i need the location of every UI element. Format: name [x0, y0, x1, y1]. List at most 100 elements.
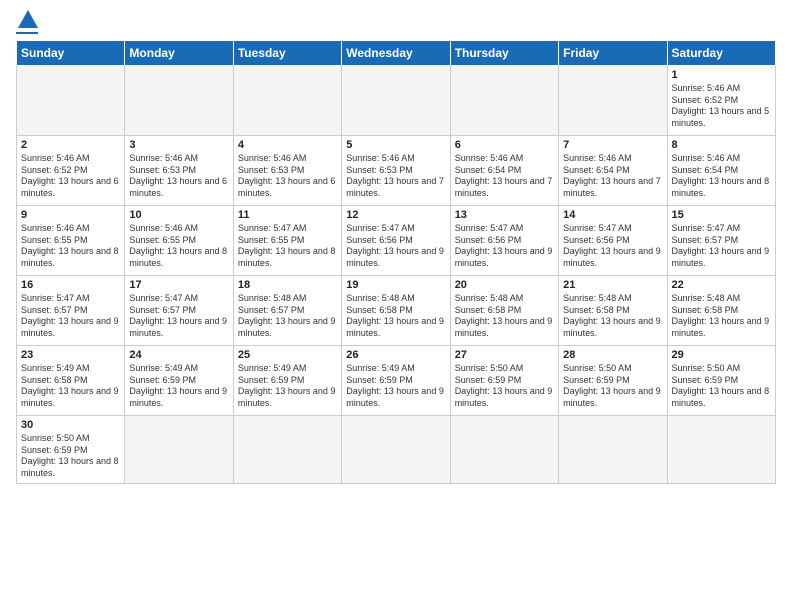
- logo-underline: [16, 32, 38, 34]
- calendar-cell: 14Sunrise: 5:47 AM Sunset: 6:56 PM Dayli…: [559, 206, 667, 276]
- calendar-cell: 29 Sunrise: 5:50 AM Sunset: 6:59 PM Dayli…: [667, 346, 775, 416]
- day-info: Sunrise: 5:48 AM Sunset: 6:58 PM Dayligh…: [672, 293, 771, 340]
- calendar-cell: 30Sunrise: 5:50 AM Sunset: 6:59 PM Dayli…: [17, 416, 125, 484]
- day-number: 11: [238, 209, 337, 221]
- calendar-cell: 5 Sunrise: 5:46 AM Sunset: 6:53 PM Daylig…: [342, 136, 450, 206]
- calendar-cell: 6Sunrise: 5:46 AM Sunset: 6:54 PM Daylig…: [450, 136, 558, 206]
- day-number: 26: [346, 349, 445, 361]
- day-number: 13: [455, 209, 554, 221]
- page: SundayMondayTuesdayWednesdayThursdayFrid…: [0, 0, 792, 494]
- day-info: Sunrise: 5:46 AM Sunset: 6:54 PM Dayligh…: [672, 153, 771, 200]
- day-number: 24: [129, 349, 228, 361]
- day-number: 29: [672, 349, 771, 361]
- day-number: 22: [672, 279, 771, 291]
- calendar-cell: 10Sunrise: 5:46 AM Sunset: 6:55 PM Dayli…: [125, 206, 233, 276]
- calendar-cell: 13Sunrise: 5:47 AM Sunset: 6:56 PM Dayli…: [450, 206, 558, 276]
- calendar-week-row: 1 Sunrise: 5:46 AM Sunset: 6:52 PM Daylig…: [17, 66, 776, 136]
- calendar-cell: 19Sunrise: 5:48 AM Sunset: 6:58 PM Dayli…: [342, 276, 450, 346]
- calendar-cell: 16Sunrise: 5:47 AM Sunset: 6:57 PM Dayli…: [17, 276, 125, 346]
- calendar-day-header: Sunday: [17, 41, 125, 66]
- day-number: 12: [346, 209, 445, 221]
- day-info: Sunrise: 5:49 AM Sunset: 6:59 PM Dayligh…: [346, 363, 445, 410]
- calendar-week-row: 2Sunrise: 5:46 AM Sunset: 6:52 PM Daylig…: [17, 136, 776, 206]
- day-info: Sunrise: 5:50 AM Sunset: 6:59 PM Dayligh…: [672, 363, 771, 410]
- calendar-cell: 27Sunrise: 5:50 AM Sunset: 6:59 PM Dayli…: [450, 346, 558, 416]
- day-info: Sunrise: 5:48 AM Sunset: 6:57 PM Dayligh…: [238, 293, 337, 340]
- day-info: Sunrise: 5:48 AM Sunset: 6:58 PM Dayligh…: [563, 293, 662, 340]
- day-number: 19: [346, 279, 445, 291]
- calendar-week-row: 23Sunrise: 5:49 AM Sunset: 6:58 PM Dayli…: [17, 346, 776, 416]
- day-number: 18: [238, 279, 337, 291]
- day-number: 8: [672, 139, 771, 151]
- calendar-cell: 1 Sunrise: 5:46 AM Sunset: 6:52 PM Daylig…: [667, 66, 775, 136]
- calendar-table: SundayMondayTuesdayWednesdayThursdayFrid…: [16, 40, 776, 484]
- logo-triangle-icon: [18, 10, 38, 28]
- calendar-cell: 7 Sunrise: 5:46 AM Sunset: 6:54 PM Daylig…: [559, 136, 667, 206]
- calendar-week-row: 30Sunrise: 5:50 AM Sunset: 6:59 PM Dayli…: [17, 416, 776, 484]
- day-number: 25: [238, 349, 337, 361]
- day-number: 21: [563, 279, 662, 291]
- calendar-cell: 17 Sunrise: 5:47 AM Sunset: 6:57 PM Dayli…: [125, 276, 233, 346]
- day-number: 1: [672, 69, 771, 81]
- calendar-cell: [342, 416, 450, 484]
- day-info: Sunrise: 5:47 AM Sunset: 6:57 PM Dayligh…: [129, 293, 228, 340]
- day-number: 23: [21, 349, 120, 361]
- calendar-day-header: Wednesday: [342, 41, 450, 66]
- day-number: 28: [563, 349, 662, 361]
- calendar-week-row: 16Sunrise: 5:47 AM Sunset: 6:57 PM Dayli…: [17, 276, 776, 346]
- calendar-cell: [450, 66, 558, 136]
- calendar-day-header: Monday: [125, 41, 233, 66]
- calendar-cell: 28 Sunrise: 5:50 AM Sunset: 6:59 PM Dayli…: [559, 346, 667, 416]
- day-info: Sunrise: 5:46 AM Sunset: 6:54 PM Dayligh…: [563, 153, 662, 200]
- day-info: Sunrise: 5:46 AM Sunset: 6:55 PM Dayligh…: [129, 223, 228, 270]
- calendar-header-row: SundayMondayTuesdayWednesdayThursdayFrid…: [17, 41, 776, 66]
- calendar-day-header: Tuesday: [233, 41, 341, 66]
- calendar-cell: 22 Sunrise: 5:48 AM Sunset: 6:58 PM Dayli…: [667, 276, 775, 346]
- day-number: 5: [346, 139, 445, 151]
- calendar-cell: [17, 66, 125, 136]
- day-info: Sunrise: 5:46 AM Sunset: 6:53 PM Dayligh…: [129, 153, 228, 200]
- calendar-cell: 24Sunrise: 5:49 AM Sunset: 6:59 PM Dayli…: [125, 346, 233, 416]
- calendar-body: 1 Sunrise: 5:46 AM Sunset: 6:52 PM Daylig…: [17, 66, 776, 484]
- day-info: Sunrise: 5:48 AM Sunset: 6:58 PM Dayligh…: [455, 293, 554, 340]
- calendar-cell: 20 Sunrise: 5:48 AM Sunset: 6:58 PM Dayli…: [450, 276, 558, 346]
- day-number: 27: [455, 349, 554, 361]
- header-area: [16, 10, 776, 34]
- calendar-cell: 23Sunrise: 5:49 AM Sunset: 6:58 PM Dayli…: [17, 346, 125, 416]
- day-number: 2: [21, 139, 120, 151]
- calendar-cell: 12 Sunrise: 5:47 AM Sunset: 6:56 PM Dayli…: [342, 206, 450, 276]
- day-number: 7: [563, 139, 662, 151]
- calendar-cell: 2Sunrise: 5:46 AM Sunset: 6:52 PM Daylig…: [17, 136, 125, 206]
- day-number: 6: [455, 139, 554, 151]
- day-info: Sunrise: 5:47 AM Sunset: 6:56 PM Dayligh…: [346, 223, 445, 270]
- calendar-cell: [667, 416, 775, 484]
- day-info: Sunrise: 5:46 AM Sunset: 6:52 PM Dayligh…: [672, 83, 771, 130]
- day-info: Sunrise: 5:47 AM Sunset: 6:57 PM Dayligh…: [672, 223, 771, 270]
- calendar-day-header: Friday: [559, 41, 667, 66]
- day-number: 15: [672, 209, 771, 221]
- day-number: 9: [21, 209, 120, 221]
- day-info: Sunrise: 5:46 AM Sunset: 6:53 PM Dayligh…: [238, 153, 337, 200]
- day-info: Sunrise: 5:47 AM Sunset: 6:57 PM Dayligh…: [21, 293, 120, 340]
- day-info: Sunrise: 5:47 AM Sunset: 6:55 PM Dayligh…: [238, 223, 337, 270]
- day-number: 30: [21, 419, 120, 431]
- calendar-cell: 3 Sunrise: 5:46 AM Sunset: 6:53 PM Daylig…: [125, 136, 233, 206]
- calendar-day-header: Saturday: [667, 41, 775, 66]
- calendar-cell: [559, 66, 667, 136]
- day-info: Sunrise: 5:50 AM Sunset: 6:59 PM Dayligh…: [563, 363, 662, 410]
- day-info: Sunrise: 5:49 AM Sunset: 6:59 PM Dayligh…: [238, 363, 337, 410]
- day-number: 20: [455, 279, 554, 291]
- calendar-cell: [233, 66, 341, 136]
- calendar-cell: 26 Sunrise: 5:49 AM Sunset: 6:59 PM Dayli…: [342, 346, 450, 416]
- day-number: 4: [238, 139, 337, 151]
- calendar-cell: 9Sunrise: 5:46 AM Sunset: 6:55 PM Daylig…: [17, 206, 125, 276]
- calendar-day-header: Thursday: [450, 41, 558, 66]
- logo: [16, 10, 38, 34]
- day-number: 17: [129, 279, 228, 291]
- day-number: 3: [129, 139, 228, 151]
- calendar-cell: [559, 416, 667, 484]
- calendar-cell: 8 Sunrise: 5:46 AM Sunset: 6:54 PM Daylig…: [667, 136, 775, 206]
- day-info: Sunrise: 5:47 AM Sunset: 6:56 PM Dayligh…: [563, 223, 662, 270]
- calendar-cell: [233, 416, 341, 484]
- day-info: Sunrise: 5:46 AM Sunset: 6:53 PM Dayligh…: [346, 153, 445, 200]
